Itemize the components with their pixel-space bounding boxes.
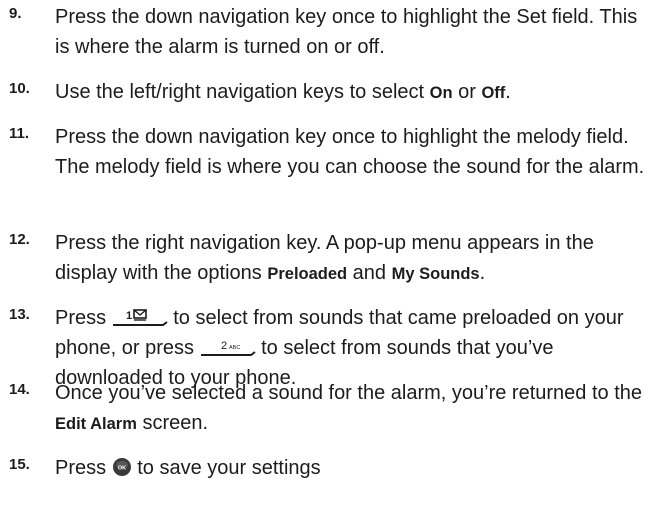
step-text-after: .: [505, 81, 511, 103]
step-text-after: screen.: [136, 412, 209, 434]
step-text-after: .: [479, 262, 486, 284]
step-text: Press the right navigation key. A pop-up…: [55, 228, 649, 289]
step-text-middle: or: [452, 81, 482, 103]
svg-text:ABC: ABC: [229, 345, 240, 351]
instruction-steps: 9. Press the down navigation key once to…: [0, 0, 651, 511]
step-text: Use the left/right navigation keys to se…: [55, 77, 649, 108]
svg-text:2: 2: [221, 340, 227, 352]
step-text-before: Press: [55, 457, 112, 479]
step-number: 14.: [9, 381, 30, 398]
step-text: Once you’ve selected a sound for the ala…: [55, 378, 649, 439]
step-9: 9. Press the down navigation key once to…: [0, 2, 651, 62]
step-text-middle: and: [347, 262, 392, 284]
screen-edit-alarm: Edit Alarm: [55, 415, 137, 433]
key-1-voicemail-icon: 1: [112, 309, 168, 326]
option-preloaded: Preloaded: [267, 265, 348, 283]
step-number: 12.: [9, 231, 30, 248]
option-on: On: [429, 84, 453, 102]
step-number: 10.: [9, 80, 30, 97]
step-text-before: Once you’ve selected a sound for the ala…: [55, 382, 643, 404]
key-2-abc-icon: 2 ABC: [200, 340, 256, 356]
step-number: 9.: [9, 5, 22, 22]
step-11: 11. Press the down navigation key once t…: [0, 122, 651, 182]
step-text-part1: Press: [55, 307, 112, 329]
step-number: 13.: [9, 306, 30, 323]
step-10: 10. Use the left/right navigation keys t…: [0, 77, 651, 108]
step-number: 11.: [9, 125, 30, 142]
step-text-after: to save your settings: [131, 457, 321, 479]
step-text: Press the down navigation key once to hi…: [55, 6, 638, 58]
step-number: 15.: [9, 456, 30, 473]
step-15: 15. Press OK to save your settings: [0, 453, 651, 483]
svg-text:OK: OK: [118, 466, 126, 472]
option-my-sounds: My Sounds: [391, 265, 480, 283]
step-12: 12. Press the right navigation key. A po…: [0, 228, 651, 289]
svg-text:1: 1: [126, 310, 132, 322]
step-text: Press OK to save your settings: [55, 453, 649, 483]
step-text-before: Use the left/right navigation keys to se…: [55, 81, 430, 103]
option-off: Off: [481, 84, 506, 102]
step-text: Press the down navigation key once to hi…: [55, 126, 645, 178]
ok-button-icon: OK: [112, 458, 131, 476]
step-14: 14. Once you’ve selected a sound for the…: [0, 378, 651, 439]
